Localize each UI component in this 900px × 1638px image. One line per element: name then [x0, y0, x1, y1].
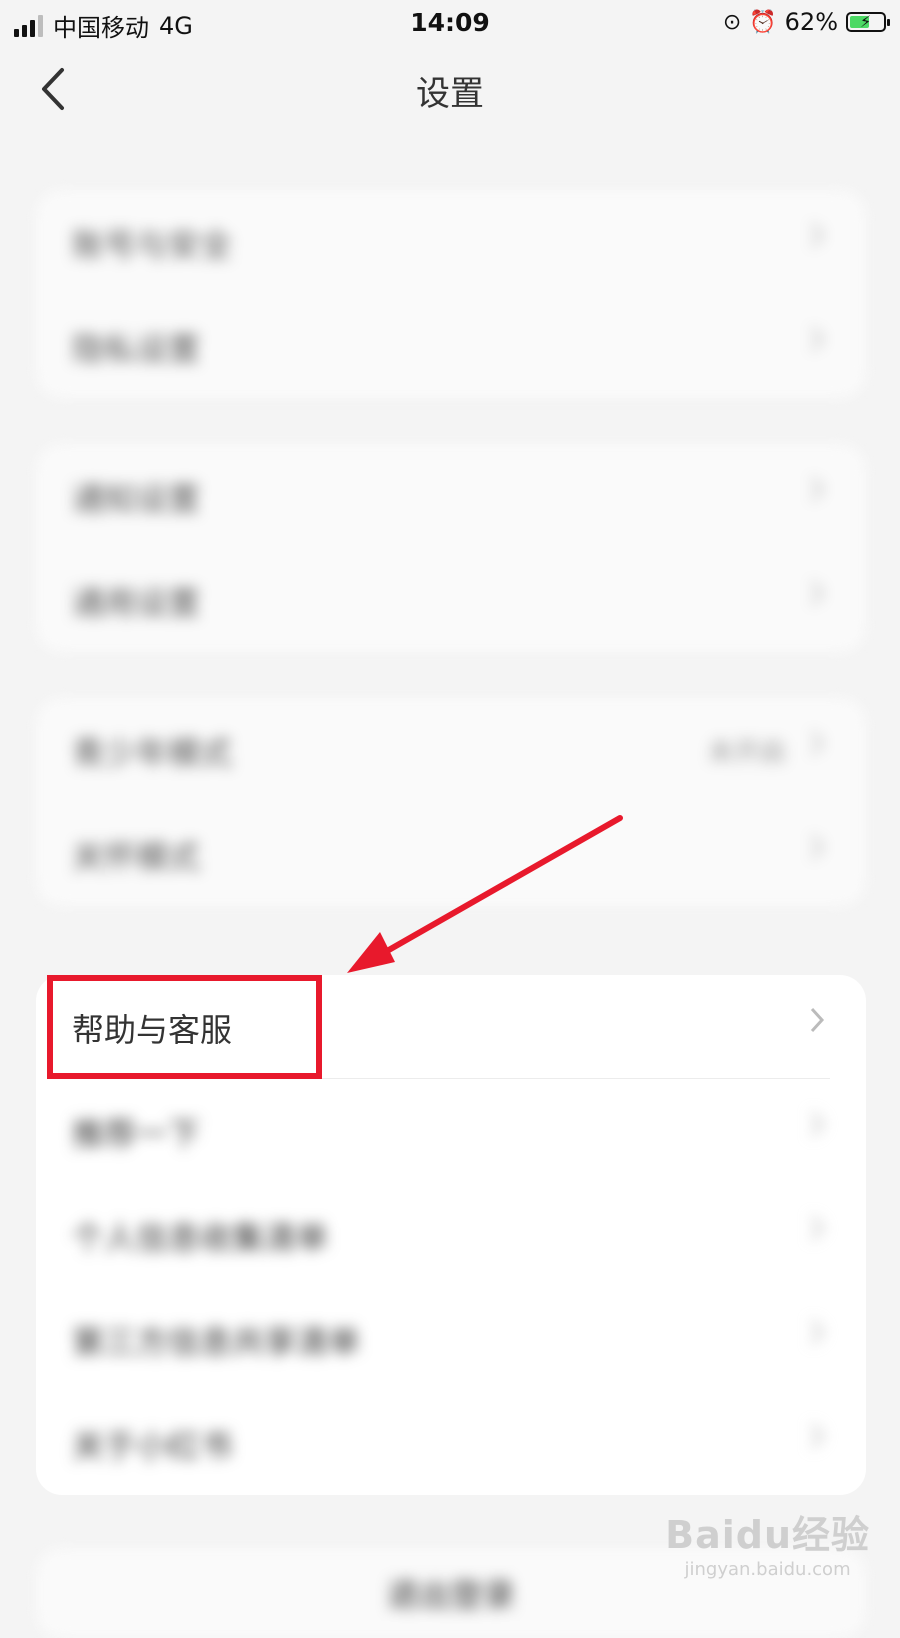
list-item[interactable]: 推荐一下	[36, 1079, 866, 1183]
page-title: 设置	[416, 74, 484, 114]
list-item[interactable]: 隐私设置	[36, 294, 866, 398]
status-bar: 中国移动 4G 14:09 ⊙ ⏰ 62% ⚡	[0, 0, 900, 46]
nav-bar: 设置	[0, 46, 900, 134]
chevron-right-icon	[810, 1215, 825, 1241]
chevron-right-icon	[810, 326, 825, 352]
list-item-label: 第三方信息共享清单	[72, 1323, 361, 1361]
highlight-box	[47, 975, 322, 1079]
settings-group-account: 账号与安全 隐私设置	[36, 190, 866, 398]
list-item-label: 通知设置	[72, 480, 201, 518]
list-item-label: 隐私设置	[72, 330, 201, 368]
list-item[interactable]: 通知设置	[36, 444, 866, 548]
list-item-label: 青少年模式	[72, 734, 233, 772]
chevron-right-icon	[810, 730, 825, 756]
chevron-right-icon	[810, 1319, 825, 1345]
list-item[interactable]: 账号与安全	[36, 190, 866, 294]
chevron-right-icon	[810, 476, 825, 502]
rotation-lock-icon: ⊙	[722, 9, 742, 35]
charging-icon: ⚡	[860, 12, 872, 31]
list-item[interactable]: 关怀模式	[36, 802, 866, 906]
chevron-right-icon	[810, 834, 825, 860]
chevron-right-icon	[810, 1423, 825, 1449]
chevron-right-icon	[810, 580, 825, 606]
list-item-label: 个人信息收集清单	[72, 1219, 329, 1257]
watermark-main: Baidu经验	[665, 1513, 870, 1557]
list-item-label: 关于小红书	[72, 1427, 233, 1465]
list-item[interactable]: 通用设置	[36, 548, 866, 652]
settings-group-modes: 青少年模式 未开启 关怀模式	[36, 698, 866, 906]
chevron-right-icon	[810, 222, 825, 248]
baidu-watermark: Baidu经验 jingyan.baidu.com	[665, 1504, 870, 1580]
list-item-label: 推荐一下	[72, 1115, 201, 1153]
alarm-icon: ⏰	[749, 9, 777, 35]
watermark-sub: jingyan.baidu.com	[684, 1559, 851, 1580]
chevron-right-icon	[810, 1111, 825, 1137]
chevron-right-icon	[810, 1007, 825, 1033]
list-item[interactable]: 青少年模式 未开启	[36, 698, 866, 802]
battery-percent: 62%	[784, 8, 838, 36]
list-item-value: 未开启	[707, 738, 786, 768]
list-item[interactable]: 关于小红书	[36, 1391, 866, 1495]
list-item-label: 通用设置	[72, 584, 201, 622]
list-item[interactable]: 第三方信息共享清单	[36, 1287, 866, 1391]
blurred-rows: 推荐一下 个人信息收集清单 第三方信息共享清单 关于小红书	[36, 1079, 866, 1495]
list-item[interactable]: 个人信息收集清单	[36, 1183, 866, 1287]
list-item-label: 账号与安全	[72, 226, 233, 264]
settings-group-general: 通知设置 通用设置	[36, 444, 866, 652]
status-right: ⊙ ⏰ 62% ⚡	[722, 8, 890, 36]
battery-icon: ⚡	[846, 12, 890, 32]
list-item-label: 关怀模式	[72, 838, 201, 876]
